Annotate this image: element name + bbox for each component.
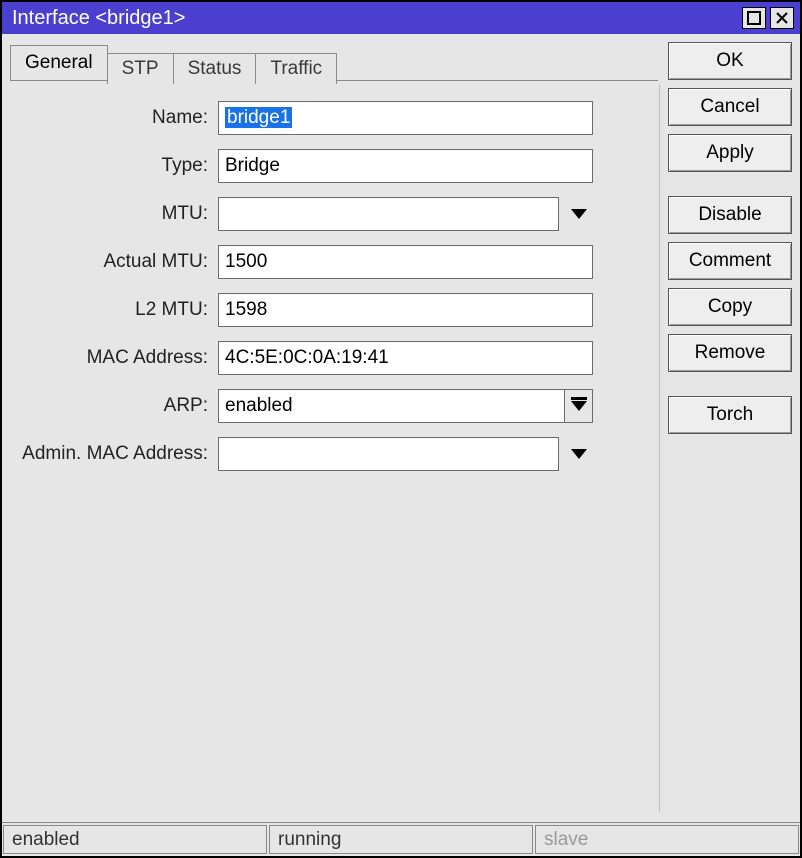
comment-button[interactable]: Comment [668,242,792,280]
apply-button[interactable]: Apply [668,134,792,172]
disable-button[interactable]: Disable [668,196,792,234]
type-field: Bridge [218,149,593,183]
close-icon [775,11,789,25]
name-input[interactable]: bridge1 [218,101,593,135]
label-name: Name: [10,107,218,129]
chevron-down-icon [571,449,587,459]
actual-mtu-field: 1500 [218,245,593,279]
label-mac: MAC Address: [10,347,218,369]
label-l2-mtu: L2 MTU: [10,299,218,321]
label-type: Type: [10,155,218,177]
cancel-button[interactable]: Cancel [668,88,792,126]
status-bar: enabled running slave [2,822,800,856]
form-general: Name: bridge1 Type: Bridge MTU: [10,80,658,485]
arp-dropdown-button[interactable] [565,389,593,423]
interface-window: Interface <bridge1> General STP Status T… [0,0,802,858]
row-l2-mtu: L2 MTU: 1598 [10,293,650,327]
mac-field: 4C:5E:0C:0A:19:41 [218,341,593,375]
mtu-input[interactable] [218,197,559,231]
tab-row: General STP Status Traffic [10,40,658,80]
row-arp: ARP: enabled [10,389,650,423]
vertical-divider [659,84,660,812]
maximize-button[interactable] [742,7,766,29]
admin-mac-input[interactable] [218,437,559,471]
tab-traffic[interactable]: Traffic [255,53,337,84]
row-mtu: MTU: [10,197,650,231]
label-actual-mtu: Actual MTU: [10,251,218,273]
window-body: General STP Status Traffic Name: bridge1… [2,34,800,822]
tab-status[interactable]: Status [173,53,257,84]
row-mac: MAC Address: 4C:5E:0C:0A:19:41 [10,341,650,375]
torch-button[interactable]: Torch [668,396,792,434]
maximize-icon [747,11,761,25]
tab-general[interactable]: General [10,45,108,80]
label-admin-mac: Admin. MAC Address: [10,443,218,465]
admin-mac-dropdown-icon[interactable] [565,437,593,471]
row-admin-mac: Admin. MAC Address: [10,437,650,471]
arp-select[interactable]: enabled [218,389,565,423]
chevron-down-icon [571,209,587,219]
l2-mtu-field: 1598 [218,293,593,327]
row-name: Name: bridge1 [10,101,650,135]
ok-button[interactable]: OK [668,42,792,80]
row-actual-mtu: Actual MTU: 1500 [10,245,650,279]
main-panel: General STP Status Traffic Name: bridge1… [10,40,658,822]
label-arp: ARP: [10,395,218,417]
status-enabled: enabled [3,825,267,854]
row-type: Type: Bridge [10,149,650,183]
dropdown-icon [571,401,587,411]
window-title: Interface <bridge1> [12,7,742,30]
name-value-selected: bridge1 [225,107,292,128]
tab-stp[interactable]: STP [107,53,174,84]
status-slave: slave [535,825,799,854]
remove-button[interactable]: Remove [668,334,792,372]
side-buttons: OK Cancel Apply Disable Comment Copy Rem… [668,40,792,822]
copy-button[interactable]: Copy [668,288,792,326]
close-button[interactable] [770,7,794,29]
mtu-dropdown-icon[interactable] [565,197,593,231]
titlebar: Interface <bridge1> [2,2,800,34]
titlebar-buttons [742,7,794,29]
label-mtu: MTU: [10,203,218,225]
status-running: running [269,825,533,854]
